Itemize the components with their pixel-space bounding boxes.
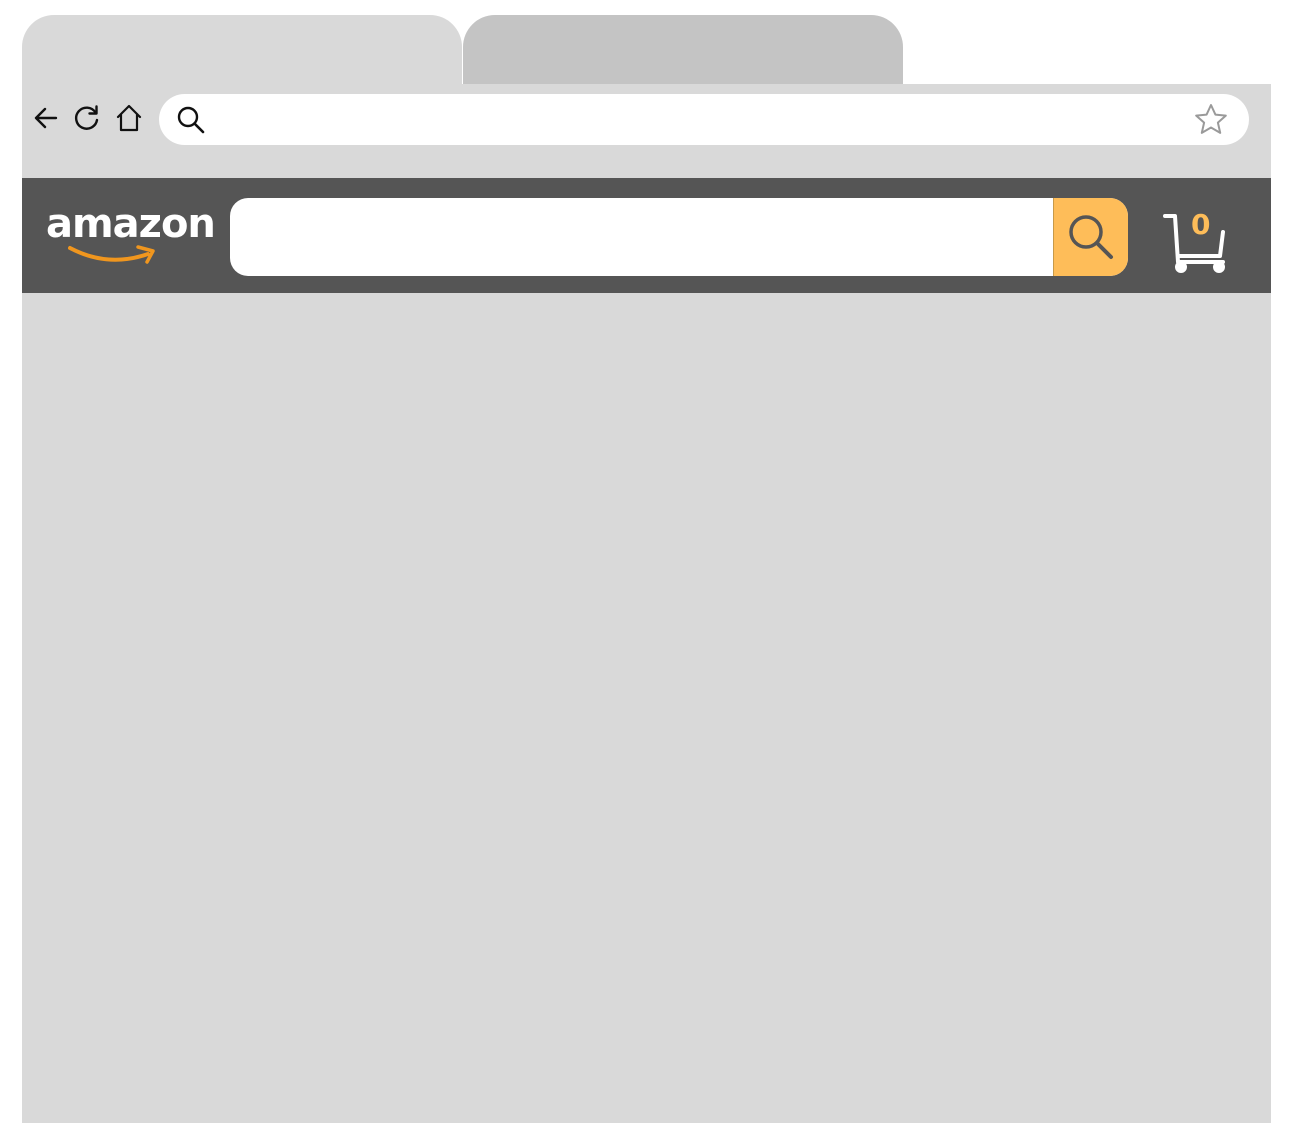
reload-icon <box>74 105 99 130</box>
site-search-button[interactable] <box>1053 198 1128 276</box>
home-button[interactable] <box>113 102 145 134</box>
star-icon[interactable] <box>1193 102 1229 138</box>
search-icon <box>177 106 205 134</box>
back-arrow-icon <box>34 107 58 129</box>
tab-inactive[interactable] <box>463 15 903 85</box>
search-icon <box>1069 215 1113 259</box>
browser-window: amazon 0 <box>0 0 1294 1123</box>
address-input[interactable] <box>215 102 1179 138</box>
address-bar[interactable] <box>159 94 1249 145</box>
logo-text: amazon <box>46 201 216 247</box>
cart-button[interactable]: 0 <box>1162 210 1228 276</box>
cart-count: 0 <box>1191 208 1211 241</box>
browser-toolbar <box>22 84 1271 178</box>
reload-button[interactable] <box>71 102 103 134</box>
tab-active[interactable] <box>22 15 462 85</box>
amazon-logo[interactable]: amazon <box>46 201 216 268</box>
site-search-bar <box>230 198 1128 276</box>
site-search-input[interactable] <box>250 198 1054 276</box>
page-content <box>22 293 1271 1123</box>
back-button[interactable] <box>30 102 62 134</box>
site-header: amazon 0 <box>22 178 1271 293</box>
logo-smile-icon <box>68 245 155 264</box>
home-icon <box>116 104 142 132</box>
